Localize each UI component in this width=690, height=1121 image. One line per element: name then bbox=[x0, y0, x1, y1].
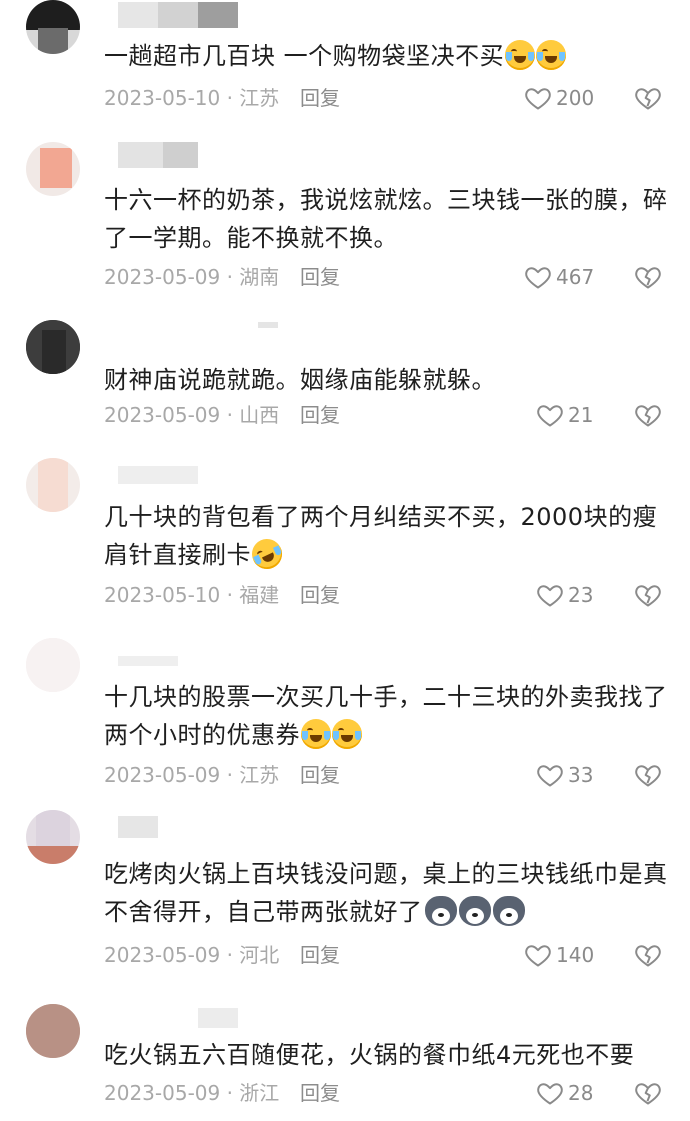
comment-meta: 2023-05-10 · 福建 回复 23 bbox=[104, 580, 664, 610]
like-count: 140 bbox=[556, 943, 595, 967]
comment-text: 吃烤肉火锅上百块钱没问题，桌上的三块钱纸巾是真不舍得开，自己带两张就好了 bbox=[104, 860, 668, 926]
avatar[interactable] bbox=[26, 1004, 80, 1058]
like-count: 28 bbox=[568, 1081, 594, 1105]
avatar[interactable] bbox=[26, 458, 80, 512]
dislike-button[interactable] bbox=[634, 263, 662, 299]
avatar[interactable] bbox=[26, 638, 80, 692]
comment-meta: 2023-05-09 · 湖南 回复 467 bbox=[104, 262, 664, 292]
like-count: 467 bbox=[556, 265, 595, 289]
heart-outline-icon bbox=[525, 88, 551, 110]
comment-meta: 2023-05-10 · 江苏 回复 200 bbox=[104, 83, 664, 113]
broken-heart-icon bbox=[635, 88, 661, 110]
comment-date-location: 2023-05-10 · 福建 bbox=[104, 583, 280, 607]
comment-item: 吃火锅五六百随便花，火锅的餐巾纸4元死也不要 2023-05-09 · 浙江 回… bbox=[0, 1004, 690, 1114]
dislike-button[interactable] bbox=[634, 761, 662, 797]
username-redacted[interactable] bbox=[108, 1006, 238, 1032]
comment-item: 吃烤肉火锅上百块钱没问题，桌上的三块钱纸巾是真不舍得开，自己带两张就好了 202… bbox=[0, 810, 690, 980]
comment-meta: 2023-05-09 · 浙江 回复 28 bbox=[104, 1078, 664, 1108]
heart-outline-icon bbox=[537, 1083, 563, 1105]
comment-date-location: 2023-05-10 · 江苏 bbox=[104, 86, 280, 110]
like-count: 23 bbox=[568, 583, 594, 607]
like-button[interactable]: 33 bbox=[536, 760, 593, 790]
reply-button[interactable]: 回复 bbox=[300, 262, 340, 292]
reply-button[interactable]: 回复 bbox=[300, 940, 340, 970]
like-button[interactable]: 467 bbox=[524, 262, 594, 292]
comment-text: 十六一杯的奶茶，我说炫就炫。三块钱一张的膜，碎了一学期。能不换就不换。 bbox=[104, 186, 668, 252]
like-count: 200 bbox=[556, 86, 595, 110]
reply-button[interactable]: 回复 bbox=[300, 1078, 340, 1108]
like-button[interactable]: 21 bbox=[536, 400, 593, 430]
laugh-roll-emoji bbox=[247, 534, 287, 574]
broken-heart-icon bbox=[635, 765, 661, 787]
comment-meta: 2023-05-09 · 山西 回复 21 bbox=[104, 400, 664, 430]
broken-heart-icon bbox=[635, 405, 661, 427]
laugh-cry-emoji bbox=[301, 719, 331, 749]
heart-outline-icon bbox=[537, 765, 563, 787]
reply-button[interactable]: 回复 bbox=[300, 83, 340, 113]
username-redacted[interactable] bbox=[108, 812, 238, 838]
heart-outline-icon bbox=[537, 405, 563, 427]
comment-item: 几十块的背包看了两个月纠结买不买，2000块的瘦肩针直接刷卡 2023-05-1… bbox=[0, 458, 690, 618]
comment-date-location: 2023-05-09 · 山西 bbox=[104, 403, 280, 427]
laugh-cry-emoji bbox=[536, 40, 567, 70]
like-button[interactable]: 28 bbox=[536, 1078, 593, 1108]
broken-heart-icon bbox=[635, 1083, 661, 1105]
reply-button[interactable]: 回复 bbox=[300, 580, 340, 610]
heart-outline-icon bbox=[537, 585, 563, 607]
reply-button[interactable]: 回复 bbox=[300, 400, 340, 430]
husky-emoji bbox=[458, 896, 491, 926]
comment-date-location: 2023-05-09 · 江苏 bbox=[104, 763, 280, 787]
comment-meta: 2023-05-09 · 江苏 回复 33 bbox=[104, 760, 664, 790]
comment-item: 十几块的股票一次买几十手，二十三块的外卖我找了两个小时的优惠券 2023-05-… bbox=[0, 638, 690, 798]
like-count: 33 bbox=[568, 763, 594, 787]
dislike-button[interactable] bbox=[634, 581, 662, 617]
comment-text: 十几块的股票一次买几十手，二十三块的外卖我找了两个小时的优惠券 bbox=[104, 683, 668, 749]
comment-meta: 2023-05-09 · 河北 回复 140 bbox=[104, 940, 664, 970]
comment-item: 十六一杯的奶茶，我说炫就炫。三块钱一张的膜，碎了一学期。能不换就不换。 2023… bbox=[0, 140, 690, 300]
reply-button[interactable]: 回复 bbox=[300, 760, 340, 790]
username-redacted[interactable] bbox=[108, 142, 238, 168]
laugh-cry-emoji bbox=[332, 719, 362, 749]
like-button[interactable]: 140 bbox=[524, 940, 594, 970]
husky-emoji bbox=[424, 896, 457, 926]
comment-date-location: 2023-05-09 · 河北 bbox=[104, 943, 280, 967]
heart-outline-icon bbox=[525, 267, 551, 289]
avatar[interactable] bbox=[26, 142, 80, 196]
dislike-button[interactable] bbox=[634, 84, 662, 120]
comment-text: 财神庙说跪就跪。姻缘庙能躲就躲。 bbox=[104, 366, 496, 394]
username-redacted[interactable] bbox=[108, 640, 238, 666]
comment-text: 吃火锅五六百随便花，火锅的餐巾纸4元死也不要 bbox=[104, 1041, 635, 1069]
comment-text: 几十块的背包看了两个月纠结买不买，2000块的瘦肩针直接刷卡 bbox=[104, 498, 674, 574]
comment-date-location: 2023-05-09 · 浙江 bbox=[104, 1081, 280, 1105]
comment-item: 一趟超市几百块 一个购物袋坚决不买 2023-05-10 · 江苏 回复 200 bbox=[0, 0, 690, 115]
like-button[interactable]: 200 bbox=[524, 83, 594, 113]
husky-emoji bbox=[492, 896, 525, 926]
broken-heart-icon bbox=[635, 267, 661, 289]
dislike-button[interactable] bbox=[634, 1079, 662, 1115]
laugh-cry-emoji bbox=[505, 40, 536, 70]
username-redacted[interactable] bbox=[108, 322, 278, 348]
heart-outline-icon bbox=[525, 945, 551, 967]
comment-item: 财神庙说跪就跪。姻缘庙能躲就躲。 2023-05-09 · 山西 回复 21 bbox=[0, 320, 690, 430]
like-button[interactable]: 23 bbox=[536, 580, 593, 610]
avatar[interactable] bbox=[26, 320, 80, 374]
avatar[interactable] bbox=[26, 0, 80, 54]
broken-heart-icon bbox=[635, 945, 661, 967]
comment-text: 一趟超市几百块 一个购物袋坚决不买 bbox=[104, 37, 674, 75]
dislike-button[interactable] bbox=[634, 401, 662, 437]
like-count: 21 bbox=[568, 403, 594, 427]
username-redacted[interactable] bbox=[108, 460, 238, 486]
username-redacted[interactable] bbox=[108, 2, 238, 28]
avatar[interactable] bbox=[26, 810, 80, 864]
dislike-button[interactable] bbox=[634, 941, 662, 977]
comment-date-location: 2023-05-09 · 湖南 bbox=[104, 265, 280, 289]
broken-heart-icon bbox=[635, 585, 661, 607]
